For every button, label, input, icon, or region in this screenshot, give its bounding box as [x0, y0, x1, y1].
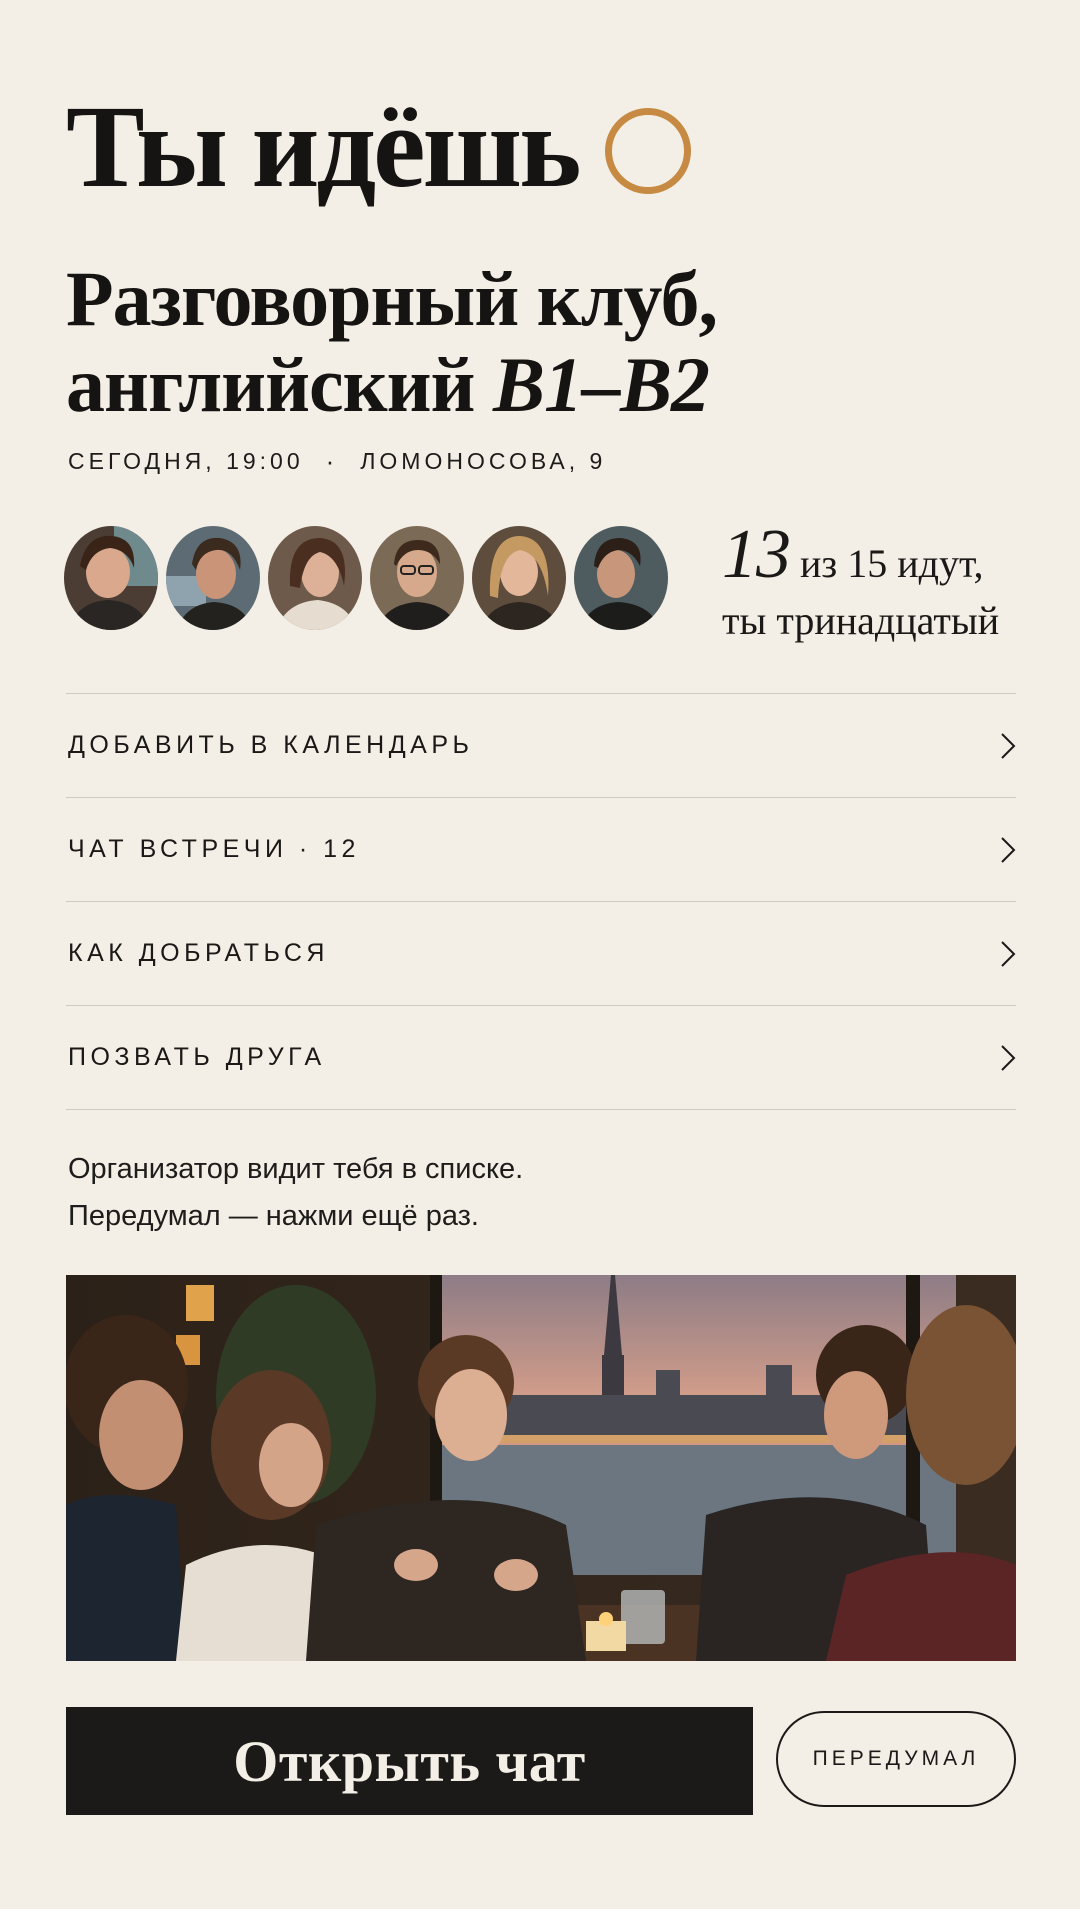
avatar-photo-4	[370, 526, 464, 630]
your-position: ты тринадцатый	[722, 598, 1000, 644]
changed-mind-button[interactable]: ПЕРЕДУМАЛ	[776, 1711, 1016, 1807]
chevron-right-icon	[1000, 1044, 1016, 1072]
event-title: Разговорный клуб, английский B1–B2	[66, 256, 826, 428]
event-actions-menu: ДОБАВИТЬ В КАЛЕНДАРЬ ЧАТ ВСТРЕЧИ · 12 КА…	[66, 693, 1016, 1110]
avatar	[268, 526, 362, 630]
attendee-avatars[interactable]	[64, 526, 668, 630]
avatar	[370, 526, 464, 630]
avatar-photo-3	[268, 526, 362, 630]
event-level: B1–B2	[493, 340, 710, 428]
menu-item-label: ДОБАВИТЬ В КАЛЕНДАРЬ	[68, 731, 474, 759]
attendee-count-line: 13 из 15 идут,	[722, 512, 999, 597]
ring-icon	[604, 108, 691, 194]
avatar-photo-1	[64, 526, 158, 630]
organizer-note: Организатор видит тебя в списке. Передум…	[68, 1146, 523, 1240]
status-header: Ты идёшь	[66, 88, 691, 206]
meta-separator: ·	[325, 446, 339, 476]
event-photo	[66, 1275, 1016, 1661]
event-date-time: СЕГОДНЯ, 19:00	[68, 448, 304, 474]
menu-item-label: КАК ДОБРАТЬСЯ	[68, 939, 329, 967]
menu-item-directions[interactable]: КАК ДОБРАТЬСЯ	[66, 902, 1016, 1006]
avatar-photo-5	[472, 526, 566, 630]
chevron-right-icon	[1000, 836, 1016, 864]
going-count: 13	[722, 516, 791, 593]
chevron-right-icon	[1000, 940, 1016, 968]
chevron-right-icon	[1000, 732, 1016, 760]
menu-item-label: ПОЗВАТЬ ДРУГА	[68, 1043, 326, 1071]
avatar	[64, 526, 158, 630]
note-line-1: Организатор видит тебя в списке.	[68, 1153, 524, 1185]
avatar	[166, 526, 260, 630]
avatar-photo-6	[574, 526, 668, 630]
avatar-photo-2	[166, 526, 260, 630]
menu-item-add-to-calendar[interactable]: ДОБАВИТЬ В КАЛЕНДАРЬ	[66, 694, 1016, 798]
avatar	[472, 526, 566, 630]
note-line-2: Передумал — нажми ещё раз.	[68, 1199, 479, 1232]
menu-item-event-chat[interactable]: ЧАТ ВСТРЕЧИ · 12	[66, 798, 1016, 902]
event-address: ЛОМОНОСОВА, 9	[360, 448, 607, 474]
avatar	[574, 526, 668, 630]
event-rsvp-screen: Ты идёшь Разговорный клуб, английский B1…	[0, 0, 1080, 1909]
menu-item-invite-friend[interactable]: ПОЗВАТЬ ДРУГА	[66, 1006, 1016, 1110]
going-count-suffix: из 15 идут,	[800, 541, 984, 586]
open-chat-button[interactable]: Открыть чат	[66, 1707, 753, 1815]
attendee-count: 13 из 15 идут, ты тринадцатый	[722, 512, 999, 646]
page-title: Ты идёшь	[66, 81, 582, 212]
event-meta: СЕГОДНЯ, 19:00 · ЛОМОНОСОВА, 9	[68, 446, 606, 477]
menu-item-label: ЧАТ ВСТРЕЧИ · 12	[68, 835, 360, 863]
